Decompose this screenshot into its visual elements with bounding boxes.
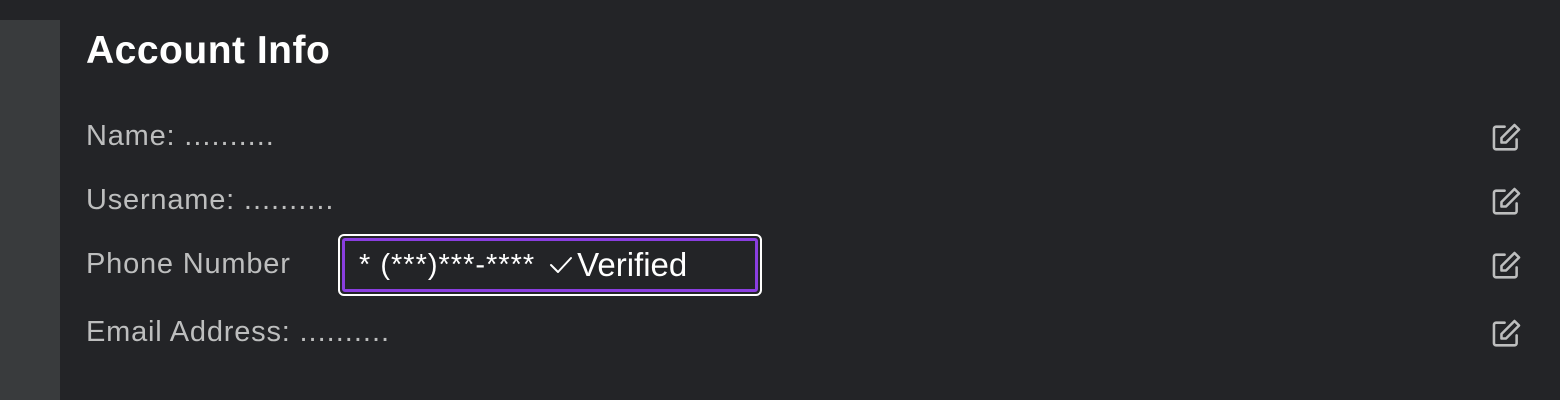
username-value: ..........: [243, 184, 335, 216]
phone-label: Phone Number: [86, 248, 291, 280]
section-title: Account Info: [86, 29, 331, 72]
edit-username-button[interactable]: [1486, 182, 1526, 222]
edit-icon: [1492, 319, 1521, 347]
name-value: ..........: [184, 120, 275, 152]
edit-phone-button[interactable]: [1486, 246, 1526, 286]
check-icon: [550, 257, 573, 273]
email-label: Email Address: ..........: [86, 316, 391, 348]
info-row-username: Username: ..........: [86, 178, 1526, 222]
email-value: ..........: [299, 316, 391, 348]
info-row-name: Name: ..........: [86, 114, 1526, 158]
name-label: Name: ..........: [86, 120, 275, 152]
phone-masked-value: * (***)***-****: [359, 248, 536, 281]
verified-label: Verified: [577, 246, 688, 283]
edit-icon: [1492, 187, 1521, 215]
verified-badge: Verified: [549, 246, 687, 284]
username-label: Username: ..........: [86, 184, 335, 216]
edit-icon: [1492, 251, 1521, 279]
edit-icon: [1492, 123, 1521, 151]
edit-email-button[interactable]: [1486, 314, 1526, 354]
phone-value-focus[interactable]: * (***)***-**** Verified: [338, 234, 762, 296]
edit-name-button[interactable]: [1486, 118, 1526, 158]
info-row-phone: Phone Number: [86, 242, 1526, 286]
left-rail: [0, 20, 60, 400]
phone-value-box: * (***)***-**** Verified: [342, 238, 758, 292]
info-row-email: Email Address: ..........: [86, 310, 1526, 354]
